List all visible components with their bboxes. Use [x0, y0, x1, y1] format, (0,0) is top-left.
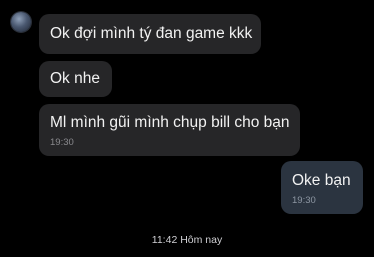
message-text: Ml mình gũi mình chụp bill cho bạn [50, 114, 290, 131]
message-text: Oke bạn [292, 172, 351, 189]
incoming-message-bubble[interactable]: Ml mình gũi mình chụp bill cho bạn 19:30 [39, 104, 300, 156]
contact-avatar[interactable] [11, 12, 31, 32]
message-text: Ok đợi mình tý đan game kkk [50, 25, 253, 42]
message-text: Ok nhe [50, 70, 100, 87]
message-time: 19:30 [50, 137, 74, 148]
outgoing-message-bubble[interactable]: Oke bạn 19:30 [281, 161, 363, 214]
timestamp-divider: 11:42 Hôm nay [151, 234, 223, 246]
incoming-message-bubble[interactable]: Ok nhe [39, 61, 112, 97]
chat-thread: Ok đợi mình tý đan game kkk Ok nhe Ml mì… [0, 0, 374, 257]
message-time: 19:30 [292, 195, 316, 206]
incoming-message-bubble[interactable]: Ok đợi mình tý đan game kkk [39, 14, 261, 54]
